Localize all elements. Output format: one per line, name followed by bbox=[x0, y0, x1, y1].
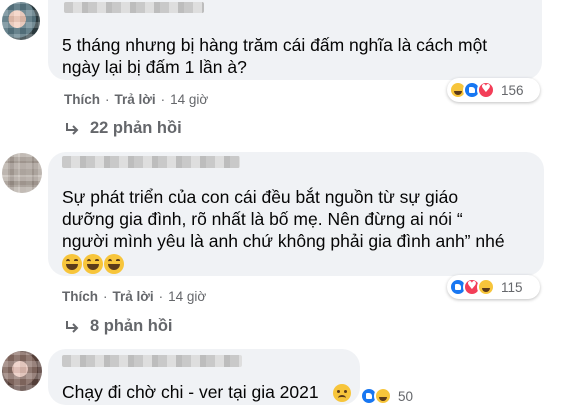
sad-face-icon bbox=[333, 384, 351, 402]
laugh-icon bbox=[83, 254, 103, 274]
blurred-commenter-name[interactable] bbox=[62, 355, 242, 367]
laugh-icon bbox=[62, 254, 82, 274]
reaction-count: 156 bbox=[501, 82, 524, 98]
haha-icon bbox=[374, 387, 392, 405]
laugh-icon bbox=[104, 254, 124, 274]
reply-link[interactable]: Trả lời bbox=[113, 289, 154, 304]
commenter-avatar[interactable] bbox=[2, 153, 42, 193]
replies-count-label: 22 phản hồi bbox=[90, 119, 182, 137]
comment-emojis bbox=[62, 254, 124, 274]
replies-count-label: 8 phản hồi bbox=[90, 317, 173, 335]
reaction-count: 115 bbox=[501, 279, 523, 295]
comment-timestamp[interactable]: 14 giờ bbox=[170, 92, 208, 107]
reply-link[interactable]: Trả lời bbox=[115, 92, 156, 107]
reaction-summary[interactable]: 156 bbox=[447, 78, 540, 102]
blurred-commenter-name[interactable] bbox=[62, 156, 240, 168]
reaction-summary[interactable]: 115 bbox=[447, 275, 540, 299]
blurred-commenter-name[interactable] bbox=[64, 2, 204, 13]
view-replies-link[interactable]: 8 phản hồi bbox=[64, 317, 173, 336]
commenter-avatar[interactable] bbox=[2, 2, 40, 40]
reply-arrow-icon bbox=[66, 122, 79, 135]
like-link[interactable]: Thích bbox=[62, 289, 98, 304]
like-link[interactable]: Thích bbox=[64, 92, 100, 107]
reaction-count: 50 bbox=[398, 388, 414, 404]
haha-icon bbox=[477, 278, 495, 296]
comment-text: 5 tháng nhưng bị hàng trăm cái đấm nghĩa… bbox=[62, 35, 488, 77]
reaction-summary[interactable]: 50 bbox=[358, 384, 426, 407]
comment-actions: Thích · Trả lời · 14 giờ bbox=[64, 92, 209, 107]
reply-arrow-icon bbox=[66, 320, 79, 333]
comment-text: Sự phát triển của con cái đều bắt nguồn … bbox=[62, 187, 505, 251]
view-replies-link[interactable]: 22 phản hồi bbox=[64, 119, 182, 138]
love-icon bbox=[477, 81, 495, 99]
comment-actions: Thích · Trả lời · 14 giờ bbox=[62, 289, 207, 304]
commenter-avatar[interactable] bbox=[2, 351, 42, 391]
comment-timestamp[interactable]: 14 giờ bbox=[168, 289, 206, 304]
comment-text: Chạy đi chờ chi - ver tại gia 2021 bbox=[62, 382, 319, 402]
